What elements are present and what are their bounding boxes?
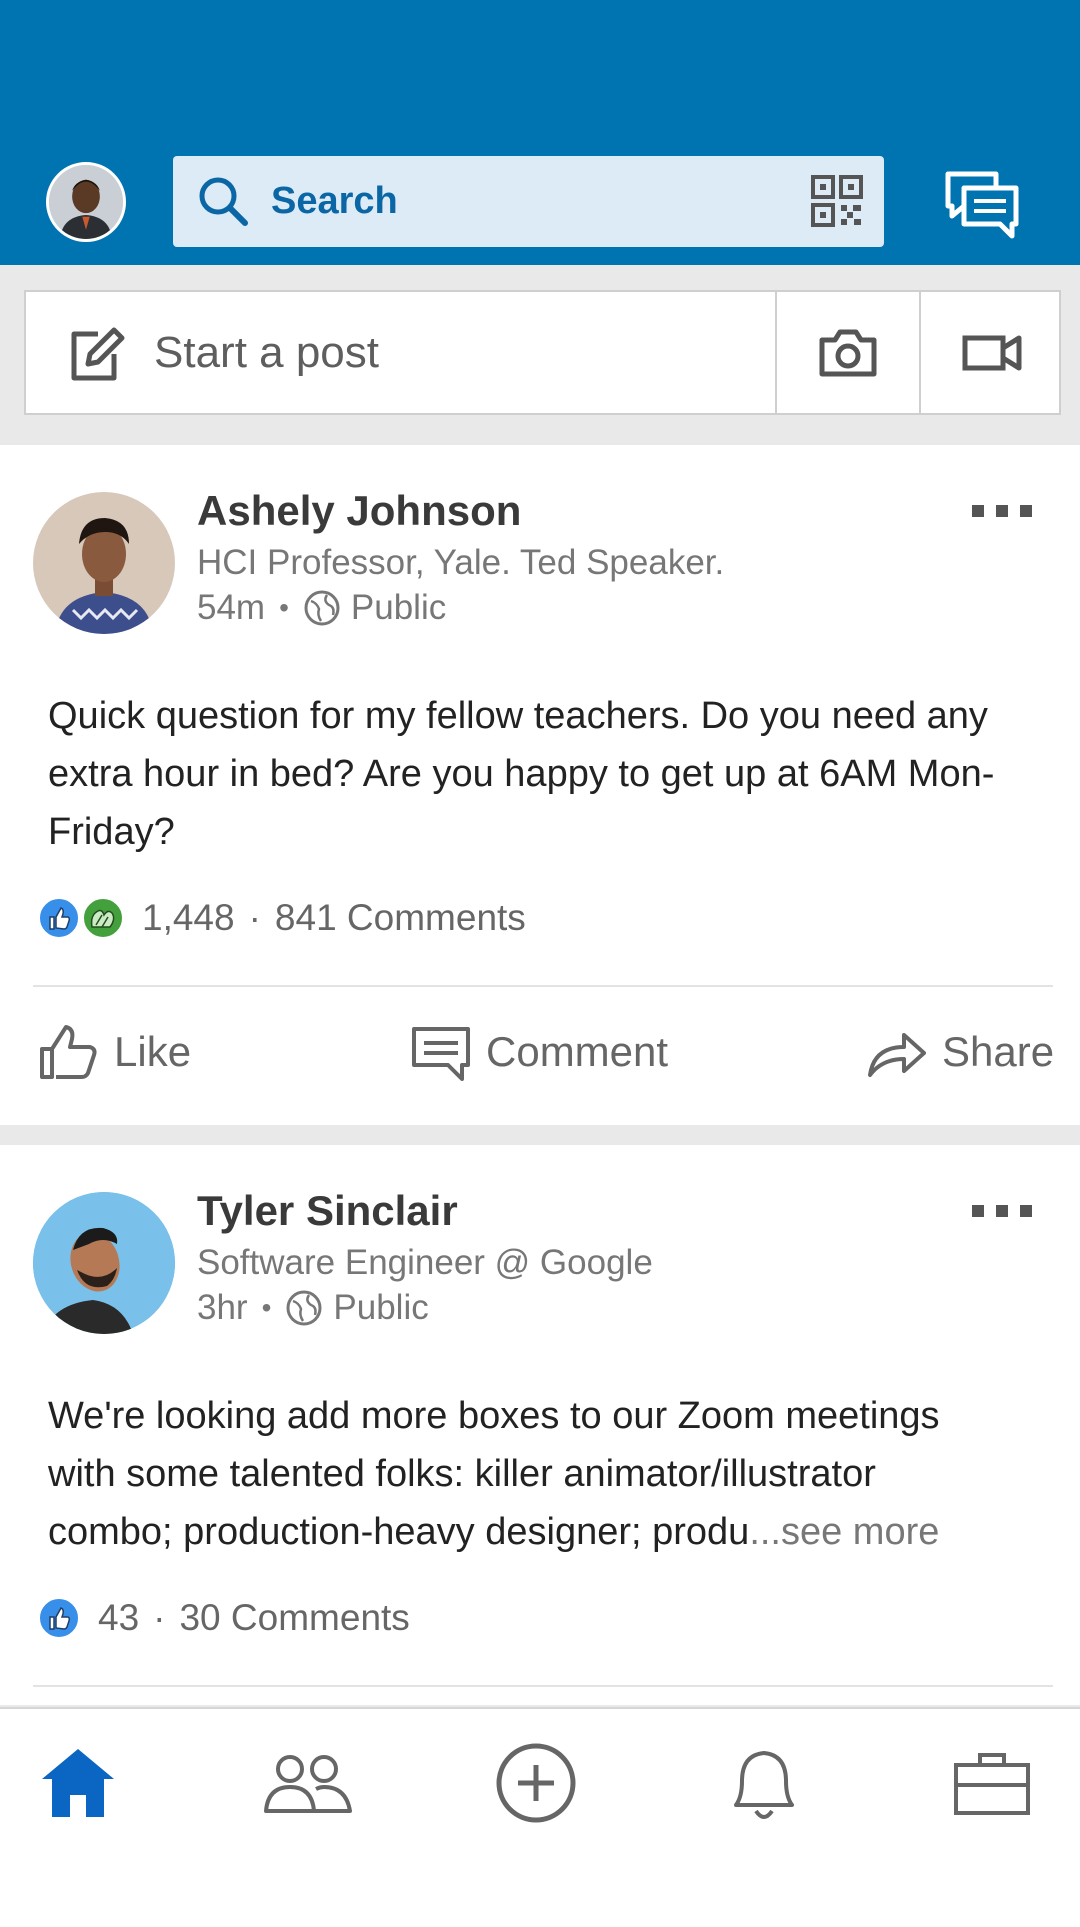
- author-headline: Software Engineer @ Google: [197, 1243, 653, 1282]
- more-options-icon[interactable]: [972, 503, 1032, 519]
- search-placeholder: Search: [271, 180, 398, 222]
- post-meta: 3hr • Public: [197, 1288, 429, 1328]
- reaction-count: 43: [98, 1597, 140, 1638]
- camera-icon: [819, 329, 877, 377]
- briefcase-icon: [954, 1753, 1030, 1815]
- see-more-link[interactable]: ...see more: [749, 1511, 939, 1553]
- nav-jobs[interactable]: [942, 1733, 1042, 1833]
- globe-icon: [286, 1290, 322, 1326]
- post-body: We're looking add more boxes to our Zoom…: [48, 1387, 1008, 1561]
- like-reaction-icon: [38, 1597, 80, 1639]
- nav-post[interactable]: [486, 1733, 586, 1833]
- add-post-icon: [496, 1743, 576, 1823]
- messaging-icon[interactable]: [944, 168, 1020, 244]
- post-actions: Like Comment Share: [0, 997, 1080, 1107]
- author-name[interactable]: Ashely Johnson: [197, 487, 521, 535]
- reaction-count: 1,448: [142, 897, 235, 938]
- feed-post: Ashely Johnson HCI Professor, Yale. Ted …: [0, 445, 1080, 1125]
- count-separator: ·: [248, 897, 261, 938]
- share-button[interactable]: Share: [866, 997, 1054, 1107]
- share-box: Start a post: [24, 290, 1061, 415]
- search-icon: [199, 177, 248, 226]
- author-name[interactable]: Tyler Sinclair: [197, 1187, 458, 1235]
- post-divider: [33, 1685, 1053, 1687]
- nav-home[interactable]: [28, 1733, 128, 1833]
- post-visibility: Public: [350, 588, 447, 627]
- meta-separator: •: [261, 1292, 272, 1323]
- post-time: 3hr: [197, 1288, 248, 1327]
- author-avatar[interactable]: [33, 492, 175, 634]
- globe-icon: [304, 590, 340, 626]
- nav-my-network[interactable]: [258, 1733, 358, 1833]
- profile-avatar[interactable]: [46, 162, 126, 242]
- comment-label: Comment: [486, 1028, 669, 1075]
- video-camera-icon: [962, 335, 1022, 371]
- like-reaction-icon: [38, 897, 80, 939]
- author-headline: HCI Professor, Yale. Ted Speaker.: [197, 543, 725, 582]
- count-separator: ·: [153, 1597, 166, 1638]
- share-label: Share: [942, 1028, 1055, 1075]
- celebrate-reaction-icon: [82, 897, 124, 939]
- social-counts[interactable]: 43 · 30 Comments: [38, 1597, 410, 1639]
- app: Search Start a post Ashely Johnson HCI P…: [0, 0, 1080, 1927]
- post-visibility: Public: [333, 1288, 429, 1327]
- author-avatar[interactable]: [33, 1192, 175, 1334]
- comment-button[interactable]: Comment: [410, 997, 668, 1107]
- meta-separator: •: [279, 592, 289, 623]
- start-post-button[interactable]: Start a post: [154, 292, 379, 413]
- home-icon: [42, 1749, 114, 1817]
- post-time: 54m: [197, 588, 266, 627]
- my-network-icon: [264, 1755, 352, 1813]
- more-options-icon[interactable]: [972, 1203, 1032, 1219]
- feed-post: Tyler Sinclair Software Engineer @ Googl…: [0, 1145, 1080, 1705]
- like-label: Like: [114, 1028, 192, 1075]
- post-meta: 54m • Public: [197, 588, 446, 628]
- top-bar: Search: [0, 0, 1080, 265]
- video-button[interactable]: [921, 292, 1061, 413]
- social-counts[interactable]: 1,448 · 841 Comments: [38, 897, 526, 939]
- comment-count[interactable]: 30 Comments: [179, 1597, 409, 1639]
- search-bar[interactable]: Search: [173, 156, 884, 247]
- photo-button[interactable]: [777, 292, 919, 413]
- bell-icon: [734, 1751, 794, 1819]
- edit-post-icon[interactable]: [68, 326, 126, 384]
- comment-icon: [412, 1027, 470, 1081]
- share-icon: [868, 1033, 926, 1077]
- like-button[interactable]: Like: [38, 997, 191, 1107]
- post-divider: [33, 985, 1053, 987]
- bottom-navigation: [0, 1707, 1080, 1927]
- qr-code-icon[interactable]: [810, 174, 864, 228]
- thumbs-up-icon: [40, 1025, 97, 1079]
- nav-notifications[interactable]: [714, 1733, 814, 1833]
- comment-count[interactable]: 841 Comments: [275, 897, 526, 939]
- post-body: Quick question for my fellow teachers. D…: [48, 695, 995, 853]
